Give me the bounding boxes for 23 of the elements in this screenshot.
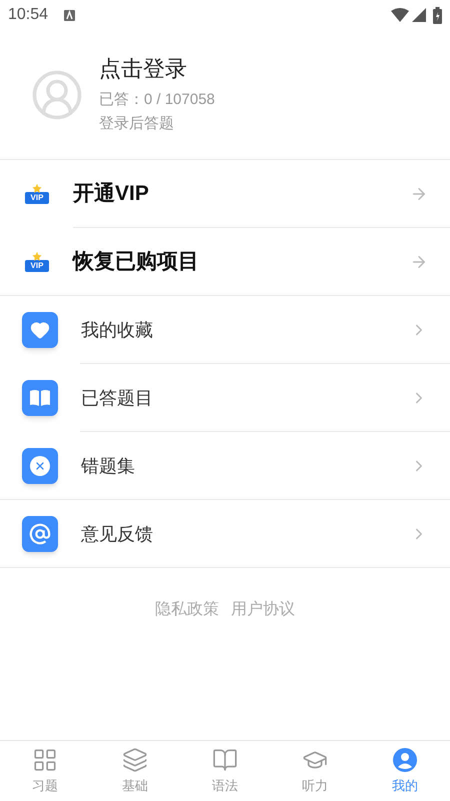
signal-icon: [412, 8, 426, 22]
layers-icon: [122, 746, 148, 773]
at-sign-icon: [22, 516, 58, 552]
book-icon: [22, 380, 58, 416]
menu-item[interactable]: 我的收藏: [0, 296, 450, 364]
login-title[interactable]: 点击登录: [99, 54, 215, 84]
answered-count: 已答：0 / 107058: [99, 90, 215, 110]
battery-icon: [433, 6, 442, 24]
vip-menu-item[interactable]: VIP 开通VIP: [0, 160, 450, 228]
menu-item[interactable]: 已答题目: [0, 364, 450, 432]
vip-menu-item[interactable]: VIP 恢复已购项目: [0, 228, 450, 296]
notification-icon: [64, 10, 76, 20]
avatar-icon: [30, 68, 84, 122]
menu-item[interactable]: 错题集: [0, 432, 450, 500]
status-time: 10:54: [8, 5, 48, 25]
user-icon: [392, 746, 418, 773]
book-icon: [212, 746, 238, 773]
close-icon: [22, 448, 58, 484]
wifi-icon: [391, 8, 409, 22]
grid-icon: [32, 746, 58, 773]
menu-item[interactable]: 意见反馈: [0, 500, 450, 568]
arrow-icon: [410, 185, 428, 203]
login-hint: 登录后答题: [99, 114, 175, 134]
